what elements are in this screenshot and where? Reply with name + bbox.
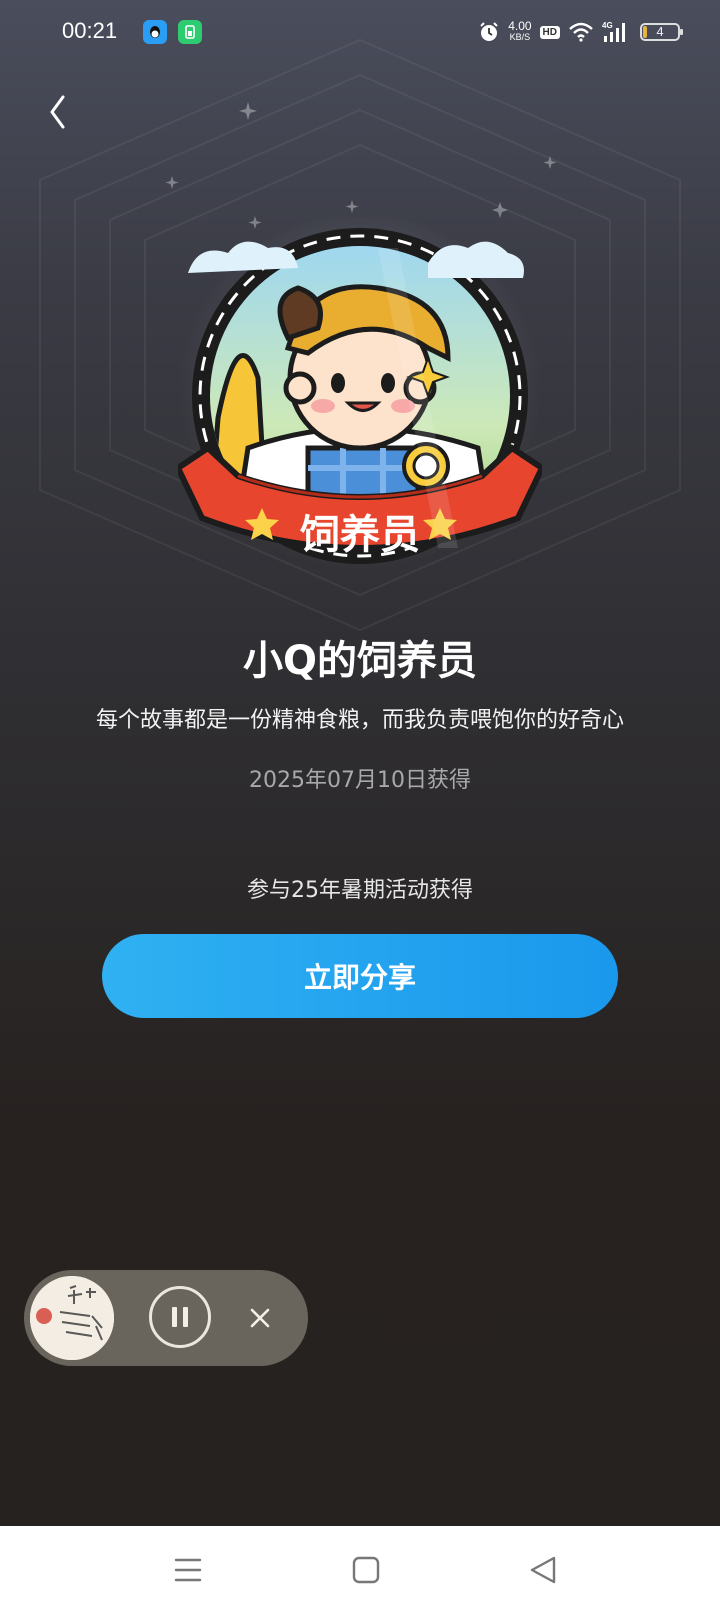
badge-ribbon-text: 饲养员 — [300, 512, 420, 558]
menu-icon — [174, 1558, 202, 1582]
home-icon — [352, 1556, 380, 1584]
nav-home-button[interactable] — [346, 1550, 386, 1590]
nav-back-button[interactable] — [524, 1550, 564, 1590]
badge-title: 小Q的饲养员 — [242, 638, 477, 684]
nav-menu-button[interactable] — [168, 1550, 208, 1590]
sparkles — [165, 102, 557, 229]
system-nav-bar — [0, 1526, 720, 1612]
badge-description: 每个故事都是一份精神食粮，而我负责喂饱你的好奇心 — [95, 708, 624, 733]
svg-text:4G: 4G — [602, 21, 613, 30]
badge-obtained-date: 2025年07月10日获得 — [249, 768, 471, 793]
player-close-button[interactable] — [246, 1304, 274, 1332]
back-triangle-icon — [530, 1556, 556, 1584]
pause-button[interactable] — [149, 1286, 211, 1348]
mini-player — [24, 1270, 308, 1366]
badge-source: 参与25年暑期活动获得 — [247, 878, 473, 903]
player-cover-art[interactable] — [30, 1276, 114, 1360]
share-button[interactable]: 立即分享 — [102, 934, 618, 1018]
badge-image: 饲养员 — [178, 218, 542, 578]
close-icon — [250, 1308, 270, 1328]
